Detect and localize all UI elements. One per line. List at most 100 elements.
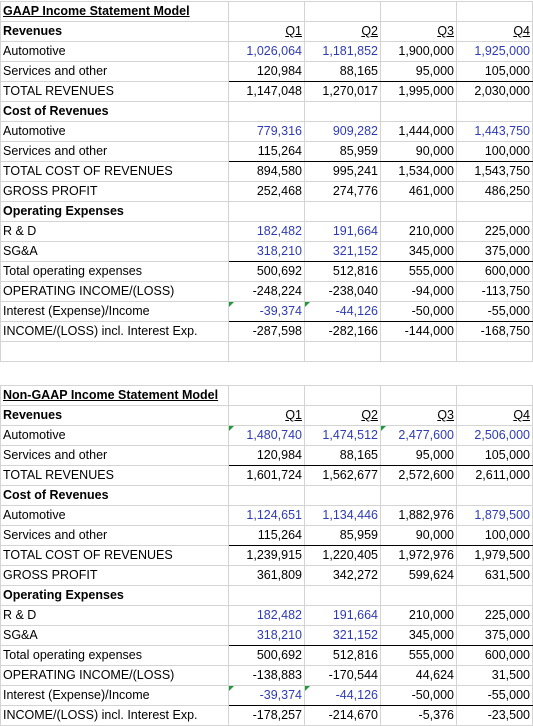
- empty-cell[interactable]: [456, 585, 533, 606]
- value-cell[interactable]: 375,000: [456, 625, 533, 646]
- quarter-header[interactable]: Q4: [456, 405, 533, 426]
- value-cell[interactable]: 600,000: [456, 261, 533, 282]
- empty-cell[interactable]: [456, 201, 533, 222]
- empty-cell[interactable]: [456, 1, 533, 22]
- row-label[interactable]: Operating Expenses: [0, 201, 229, 222]
- value-cell[interactable]: 995,241: [304, 161, 381, 182]
- empty-cell[interactable]: [0, 341, 229, 362]
- empty-cell[interactable]: [228, 201, 305, 222]
- value-cell[interactable]: 599,624: [380, 565, 457, 586]
- value-cell[interactable]: 120,984: [228, 445, 305, 466]
- row-label[interactable]: Interest (Expense)/Income: [0, 301, 229, 322]
- value-cell[interactable]: 95,000: [380, 61, 457, 82]
- value-cell[interactable]: -39,374: [228, 301, 305, 322]
- empty-cell[interactable]: [228, 585, 305, 606]
- row-label[interactable]: TOTAL REVENUES: [0, 81, 229, 102]
- row-label[interactable]: Revenues: [0, 405, 229, 426]
- model-title[interactable]: GAAP Income Statement Model: [0, 1, 229, 22]
- row-label[interactable]: GROSS PROFIT: [0, 181, 229, 202]
- value-cell[interactable]: 1,181,852: [304, 41, 381, 62]
- empty-cell[interactable]: [456, 341, 533, 362]
- value-cell[interactable]: -178,257: [228, 705, 305, 726]
- row-label[interactable]: Automotive: [0, 121, 229, 142]
- row-label[interactable]: Services and other: [0, 61, 229, 82]
- empty-cell[interactable]: [304, 201, 381, 222]
- value-cell[interactable]: 600,000: [456, 645, 533, 666]
- row-label[interactable]: INCOME/(LOSS) incl. Interest Exp.: [0, 705, 229, 726]
- value-cell[interactable]: 894,580: [228, 161, 305, 182]
- row-label[interactable]: R & D: [0, 605, 229, 626]
- value-cell[interactable]: 500,692: [228, 645, 305, 666]
- value-cell[interactable]: 345,000: [380, 241, 457, 262]
- value-cell[interactable]: 512,816: [304, 645, 381, 666]
- empty-cell[interactable]: [380, 385, 457, 406]
- value-cell[interactable]: 631,500: [456, 565, 533, 586]
- empty-cell[interactable]: [304, 341, 381, 362]
- quarter-header[interactable]: Q2: [304, 405, 381, 426]
- value-cell[interactable]: 252,468: [228, 181, 305, 202]
- value-cell[interactable]: -248,224: [228, 281, 305, 302]
- value-cell[interactable]: 1,026,064: [228, 41, 305, 62]
- empty-cell[interactable]: [380, 1, 457, 22]
- row-label[interactable]: Services and other: [0, 141, 229, 162]
- value-cell[interactable]: -138,883: [228, 665, 305, 686]
- value-cell[interactable]: 342,272: [304, 565, 381, 586]
- model-title[interactable]: Non-GAAP Income Statement Model: [0, 385, 229, 406]
- empty-cell[interactable]: [228, 485, 305, 506]
- value-cell[interactable]: 1,882,976: [380, 505, 457, 526]
- value-cell[interactable]: -5,376: [380, 705, 457, 726]
- value-cell[interactable]: 105,000: [456, 445, 533, 466]
- value-cell[interactable]: -94,000: [380, 281, 457, 302]
- value-cell[interactable]: 375,000: [456, 241, 533, 262]
- value-cell[interactable]: 85,959: [304, 525, 381, 546]
- row-label[interactable]: TOTAL COST OF REVENUES: [0, 161, 229, 182]
- empty-cell[interactable]: [304, 1, 381, 22]
- value-cell[interactable]: 345,000: [380, 625, 457, 646]
- value-cell[interactable]: -50,000: [380, 685, 457, 706]
- value-cell[interactable]: -168,750: [456, 321, 533, 342]
- row-label[interactable]: INCOME/(LOSS) incl. Interest Exp.: [0, 321, 229, 342]
- empty-cell[interactable]: [228, 1, 305, 22]
- value-cell[interactable]: -44,126: [304, 301, 381, 322]
- value-cell[interactable]: 225,000: [456, 221, 533, 242]
- value-cell[interactable]: -44,126: [304, 685, 381, 706]
- row-label[interactable]: Automotive: [0, 425, 229, 446]
- value-cell[interactable]: 1,480,740: [228, 425, 305, 446]
- value-cell[interactable]: 115,264: [228, 525, 305, 546]
- empty-cell[interactable]: [380, 201, 457, 222]
- value-cell[interactable]: 318,210: [228, 241, 305, 262]
- row-label[interactable]: Cost of Revenues: [0, 485, 229, 506]
- empty-cell[interactable]: [380, 585, 457, 606]
- value-cell[interactable]: 1,562,677: [304, 465, 381, 486]
- value-cell[interactable]: 512,816: [304, 261, 381, 282]
- value-cell[interactable]: 191,664: [304, 221, 381, 242]
- value-cell[interactable]: 100,000: [456, 525, 533, 546]
- value-cell[interactable]: 909,282: [304, 121, 381, 142]
- empty-cell[interactable]: [380, 485, 457, 506]
- value-cell[interactable]: 1,147,048: [228, 81, 305, 102]
- empty-cell[interactable]: [456, 485, 533, 506]
- empty-cell[interactable]: [380, 101, 457, 122]
- value-cell[interactable]: 210,000: [380, 605, 457, 626]
- value-cell[interactable]: -39,374: [228, 685, 305, 706]
- row-label[interactable]: Interest (Expense)/Income: [0, 685, 229, 706]
- row-label[interactable]: Total operating expenses: [0, 261, 229, 282]
- row-label[interactable]: Revenues: [0, 21, 229, 42]
- quarter-header[interactable]: Q4: [456, 21, 533, 42]
- value-cell[interactable]: 210,000: [380, 221, 457, 242]
- value-cell[interactable]: 555,000: [380, 261, 457, 282]
- value-cell[interactable]: -238,040: [304, 281, 381, 302]
- value-cell[interactable]: -282,166: [304, 321, 381, 342]
- value-cell[interactable]: 1,900,000: [380, 41, 457, 62]
- empty-cell[interactable]: [304, 585, 381, 606]
- value-cell[interactable]: -144,000: [380, 321, 457, 342]
- value-cell[interactable]: 31,500: [456, 665, 533, 686]
- value-cell[interactable]: 318,210: [228, 625, 305, 646]
- value-cell[interactable]: 2,506,000: [456, 425, 533, 446]
- value-cell[interactable]: -170,544: [304, 665, 381, 686]
- value-cell[interactable]: 274,776: [304, 181, 381, 202]
- row-label[interactable]: Automotive: [0, 505, 229, 526]
- empty-cell[interactable]: [456, 385, 533, 406]
- value-cell[interactable]: 105,000: [456, 61, 533, 82]
- value-cell[interactable]: 2,572,600: [380, 465, 457, 486]
